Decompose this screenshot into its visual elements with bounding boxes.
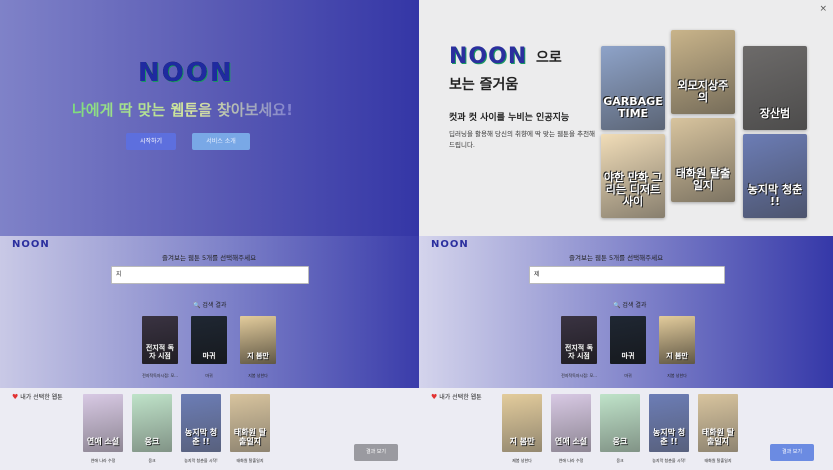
picked-card[interactable]: 태화원 탈출일지 xyxy=(698,394,738,452)
result-card[interactable]: 전지적 독자 시점 xyxy=(561,316,597,364)
poster-title: 야한 만화 그리는 디저트 사이 xyxy=(603,171,663,208)
picked-card[interactable]: 연애 소설 xyxy=(551,394,591,452)
picked-caption: 태화원 탈출일지 xyxy=(704,458,732,463)
picked-label-text: 내가 선택한 웹툰 xyxy=(20,394,63,401)
picked-title: 연애 소설 xyxy=(554,437,588,446)
result-button[interactable]: 결과 보기 xyxy=(354,444,398,461)
picked-card[interactable]: 태화원 탈출일지 xyxy=(230,394,270,452)
result-caption: 전지적독자시점: 모... xyxy=(561,373,597,378)
select-title: 즐겨보는 웹툰 5개를 선택해주세요 xyxy=(162,254,257,262)
intro-subhead: 컷과 컷 사이를 누비는 인공지능 xyxy=(449,113,570,123)
start-button[interactable]: 시작하기 xyxy=(126,133,176,150)
service-intro-button[interactable]: 서비스 소개 xyxy=(192,133,250,150)
selection-screen-right: NOON 즐겨보는 웹툰 5개를 선택해주세요 제 🔍 검색 결과 전지적 독자… xyxy=(419,236,833,470)
picked-card[interactable]: 연애 소설 xyxy=(83,394,123,452)
heart-icon: ♥ xyxy=(431,393,438,401)
picked-label-text: 내가 선택한 웹툰 xyxy=(439,394,482,401)
intro-description: 딥러닝을 활용해 당신의 취향에 딱 맞는 웹툰을 추천해드립니다. xyxy=(449,130,596,149)
close-icon[interactable]: × xyxy=(819,4,827,14)
result-button[interactable]: 결과 보기 xyxy=(770,444,814,461)
picked-card[interactable]: 농지막 청춘 !! xyxy=(181,394,221,452)
result-caption: 지봄 넝한다 xyxy=(667,373,687,378)
picked-caption: 웅크 xyxy=(148,458,156,463)
intro-headline: 보는 즐거움 xyxy=(449,77,519,93)
heart-icon: ♥ xyxy=(12,393,19,401)
poster-card: 외모지상주의 xyxy=(671,30,735,114)
picked-caption: 연애 나라 수정 xyxy=(558,458,584,463)
noon-logo: NOON xyxy=(138,58,234,88)
header-logo[interactable]: NOON xyxy=(12,239,50,250)
results-label: 🔍 검색 결과 xyxy=(613,300,646,309)
poster-title: 장산범 xyxy=(759,107,791,120)
service-intro-modal: × NOON 으로 보는 즐거움 컷과 컷 사이를 누비는 인공지능 딥러닝을 … xyxy=(419,0,833,236)
picked-title: 웅크 xyxy=(144,437,160,446)
poster-title: 태화원 탈출일지 xyxy=(675,167,731,192)
result-title: 전지적 독자 시점 xyxy=(145,344,175,360)
picked-caption: 농지막 청춘을 시작! xyxy=(184,458,218,463)
intro-headline-suffix: 으로 xyxy=(536,50,562,66)
results-label: 🔍 검색 결과 xyxy=(193,300,226,309)
picked-caption: 농지막 청춘을 시작! xyxy=(652,458,686,463)
result-title: 지 봄만 xyxy=(247,352,269,360)
search-icon: 🔍 xyxy=(613,302,621,309)
picked-title: 연애 소설 xyxy=(86,437,120,446)
select-title: 즐겨보는 웹툰 5개를 선택해주세요 xyxy=(569,254,664,262)
poster-title: GARBAGE TIME xyxy=(603,95,663,120)
result-title: 전지적 독자 시점 xyxy=(564,344,594,360)
picked-caption: 태화원 탈출일지 xyxy=(236,458,264,463)
selection-screen-left: NOON 즐겨보는 웹툰 5개를 선택해주세요 지 🔍 검색 결과 전지적 독자… xyxy=(0,236,419,470)
picked-panel: ♥ 내가 선택한 웹툰 지 봄만 제봄 넝한다 연애 소설 연애 나라 수정 웅크 웅크 농… xyxy=(419,388,833,470)
search-input[interactable]: 제 xyxy=(529,266,725,284)
picked-title: 웅크 xyxy=(612,437,628,446)
picked-title: 태화원 탈출일지 xyxy=(233,428,267,446)
picked-panel: ♥ 내가 선택한 웹툰 연애 소설 연애 나라 수정 웅크 웅크 농지막 청춘 !! 농지… xyxy=(0,388,419,470)
result-title: 마귀 xyxy=(621,352,635,360)
picked-title: 농지막 청춘 !! xyxy=(184,428,218,446)
picked-label: ♥ 내가 선택한 웹툰 xyxy=(12,392,63,401)
poster-card: 야한 만화 그리는 디저트 사이 xyxy=(601,134,665,218)
picked-caption: 연애 나라 수정 xyxy=(90,458,116,463)
result-title: 지 봄만 xyxy=(666,352,688,360)
picked-title: 농지막 청춘 !! xyxy=(652,428,686,446)
picked-caption: 제봄 넝한다 xyxy=(512,458,532,463)
intro-logo: NOON xyxy=(449,44,528,69)
result-caption: 전지적독자시점: 모... xyxy=(142,373,178,378)
picked-title: 태화원 탈출일지 xyxy=(701,428,735,446)
picked-label: ♥ 내가 선택한 웹툰 xyxy=(431,392,482,401)
search-input[interactable]: 지 xyxy=(111,266,309,284)
landing-screen: NOON 나에게 딱 맞는 웹툰을 찾아보세요! 시작하기 서비스 소개 xyxy=(0,0,419,236)
landing-tagline: 나에게 딱 맞는 웹툰을 찾아보세요! xyxy=(72,101,293,119)
search-icon: 🔍 xyxy=(193,302,201,309)
header-logo[interactable]: NOON xyxy=(431,239,469,250)
result-caption: 마귀 xyxy=(624,373,632,378)
result-card[interactable]: 지 봄만 xyxy=(659,316,695,364)
picked-caption: 웅크 xyxy=(616,458,624,463)
poster-card: 장산범 xyxy=(743,46,807,130)
result-caption: 지봄 넝한다 xyxy=(248,373,268,378)
result-title: 마귀 xyxy=(202,352,216,360)
result-card[interactable]: 지 봄만 xyxy=(240,316,276,364)
result-caption: 마귀 xyxy=(205,373,213,378)
picked-card[interactable]: 농지막 청춘 !! xyxy=(649,394,689,452)
picked-title: 지 봄만 xyxy=(509,437,535,446)
result-card[interactable]: 마귀 xyxy=(191,316,227,364)
results-label-text: 검색 결과 xyxy=(202,302,227,309)
picked-card[interactable]: 지 봄만 xyxy=(502,394,542,452)
picked-card[interactable]: 웅크 xyxy=(132,394,172,452)
picked-card[interactable]: 웅크 xyxy=(600,394,640,452)
poster-title: 외모지상주의 xyxy=(677,79,729,104)
results-label-text: 검색 결과 xyxy=(622,302,647,309)
poster-card: GARBAGE TIME xyxy=(601,46,665,130)
poster-card: 태화원 탈출일지 xyxy=(671,118,735,202)
poster-title: 농지막 청춘 !! xyxy=(747,183,803,208)
result-card[interactable]: 마귀 xyxy=(610,316,646,364)
result-card[interactable]: 전지적 독자 시점 xyxy=(142,316,178,364)
poster-card: 농지막 청춘 !! xyxy=(743,134,807,218)
